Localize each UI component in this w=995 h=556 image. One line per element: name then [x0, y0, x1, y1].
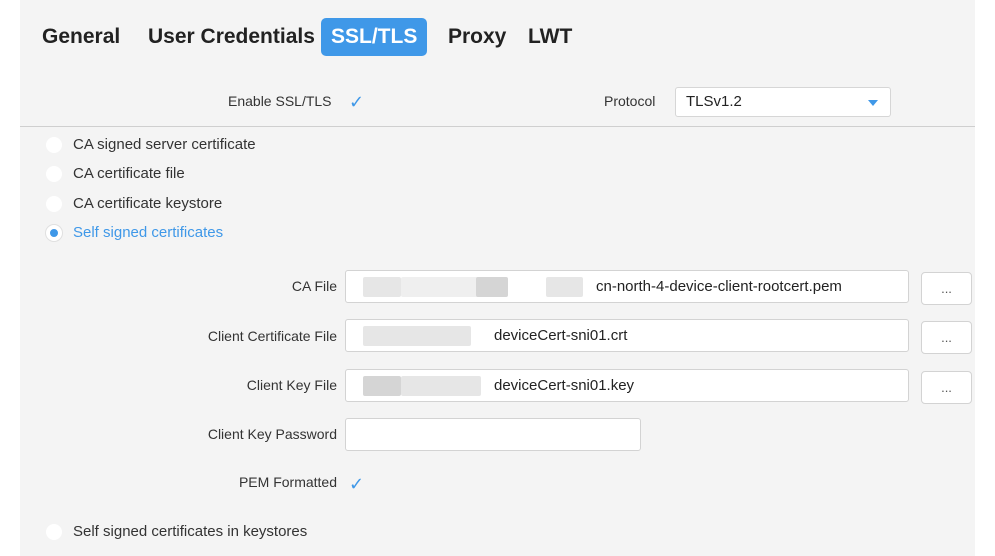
redacted-path	[363, 326, 471, 346]
ca-file-input[interactable]: cn-north-4-device-client-rootcert.pem	[345, 270, 909, 303]
client-certificate-file-label: Client Certificate File	[207, 328, 337, 344]
radio-label: Self signed certificates in keystores	[73, 523, 308, 540]
radio-label: CA certificate file	[73, 165, 185, 182]
radio-button[interactable]	[46, 196, 62, 212]
client-key-password-input[interactable]	[345, 418, 641, 451]
radio-button[interactable]	[46, 524, 62, 540]
client-certificate-file-value: deviceCert-sni01.crt	[494, 327, 628, 344]
redacted-path	[476, 277, 508, 297]
ca-file-value: cn-north-4-device-client-rootcert.pem	[596, 278, 842, 295]
client-key-file-label: Client Key File	[246, 377, 337, 393]
tab-general[interactable]: General	[32, 18, 130, 56]
chevron-down-icon	[868, 100, 878, 106]
radio-label: CA certificate keystore	[73, 195, 223, 212]
protocol-value: TLSv1.2	[686, 93, 742, 110]
ca-file-browse-button[interactable]: ...	[921, 272, 972, 305]
radio-label: CA signed server certificate	[73, 136, 256, 153]
redacted-path	[401, 277, 481, 297]
client-key-file-input[interactable]: deviceCert-sni01.key	[345, 369, 909, 402]
client-certificate-browse-button[interactable]: ...	[921, 321, 972, 354]
client-certificate-file-input[interactable]: deviceCert-sni01.crt	[345, 319, 909, 352]
tab-user-credentials[interactable]: User Credentials	[138, 18, 325, 56]
client-key-password-label: Client Key Password	[207, 426, 337, 442]
redacted-path	[363, 376, 401, 396]
redacted-path	[401, 376, 481, 396]
redacted-path	[363, 277, 401, 297]
enable-ssl-label: Enable SSL/TLS	[228, 93, 332, 109]
enable-ssl-checkbox[interactable]: ✓	[349, 93, 365, 111]
client-key-browse-button[interactable]: ...	[921, 371, 972, 404]
tab-lwt[interactable]: LWT	[518, 18, 582, 56]
pem-formatted-label: PEM Formatted	[238, 474, 337, 490]
radio-button[interactable]	[46, 166, 62, 182]
radio-button[interactable]	[46, 137, 62, 153]
radio-button-selected[interactable]	[46, 225, 62, 241]
ssl-settings-panel: General User Credentials SSL/TLS Proxy L…	[20, 0, 975, 556]
protocol-label: Protocol	[604, 93, 656, 109]
client-key-file-value: deviceCert-sni01.key	[494, 377, 635, 394]
tab-ssl-tls[interactable]: SSL/TLS	[321, 18, 428, 56]
ca-file-label: CA File	[291, 278, 337, 294]
redacted-path	[546, 277, 583, 297]
divider	[20, 126, 975, 127]
tab-proxy[interactable]: Proxy	[438, 18, 516, 56]
pem-formatted-checkbox[interactable]: ✓	[349, 475, 365, 493]
protocol-select[interactable]: TLSv1.2	[675, 87, 891, 117]
radio-label: Self signed certificates	[73, 224, 224, 241]
